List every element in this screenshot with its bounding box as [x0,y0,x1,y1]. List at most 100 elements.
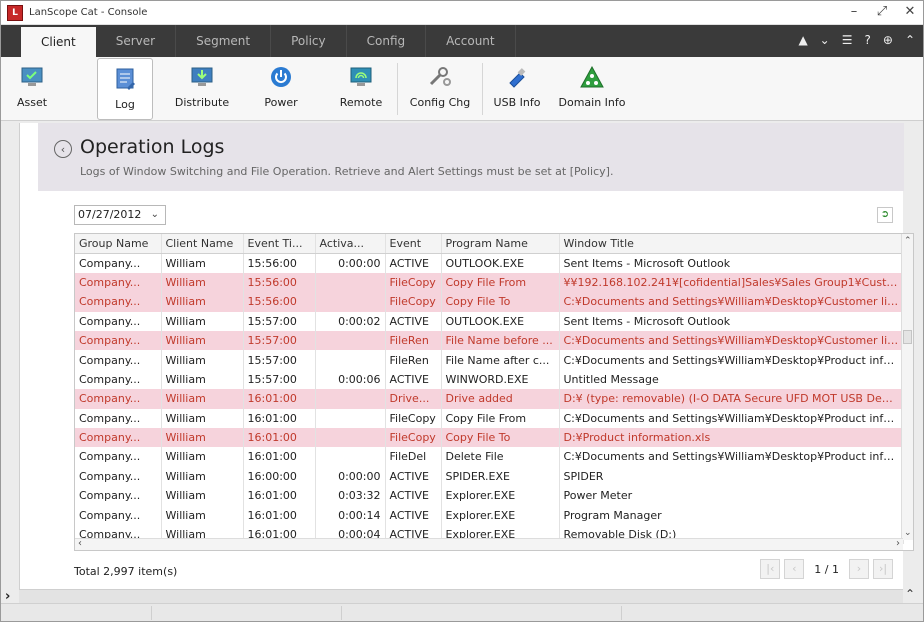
date-value: 07/27/2012 [78,208,142,221]
close-icon[interactable]: ✕ [903,5,917,19]
chevron-down-icon: ⌄ [150,209,159,220]
cell-event: FileRen [385,350,442,370]
config-change-icon [427,65,453,89]
back-arrow-icon[interactable]: ‹ [54,140,72,158]
cell-client-name: William [161,272,244,293]
cell-event-time: 16:00:00 [243,466,316,487]
scroll-right-icon[interactable]: › [896,538,900,549]
prev-page-icon[interactable]: ‹ [784,559,805,579]
cell-client-name: William [161,505,244,525]
tab-config[interactable]: Config [347,25,427,57]
horizontal-scrollbar[interactable]: ‹ › [75,538,903,550]
tab-account[interactable]: Account [426,25,516,57]
table-row[interactable]: Company... William 16:01:00 0:03:32 ACTIVE Ex… [75,486,904,506]
cell-program-name: WINWORD.EXE [441,369,560,390]
log-button[interactable]: Log [97,58,153,120]
cell-window-title: C:¥Documents and Settings¥William¥Deskto… [559,408,904,428]
cell-event-time: 15:57:00 [243,330,316,351]
restore-icon[interactable]: ⤢ [875,5,889,19]
cell-group-name: Company... [75,253,162,273]
help-icon[interactable]: ? [865,33,871,47]
scroll-up-icon[interactable]: ⌃ [904,236,912,246]
export-icon[interactable]: ➲ [877,207,893,223]
usb-info-label: USB Info [493,96,541,109]
col-program-name[interactable]: Program Name [441,234,560,254]
cell-group-name: Company... [75,389,162,409]
col-window-title[interactable]: Window Title [559,234,904,254]
expand-arrow-icon[interactable]: › [5,589,10,604]
col-event-time[interactable]: Event Ti... [243,234,316,254]
tab-server[interactable]: Server [96,25,177,57]
table-row[interactable]: Company... William 15:57:00 0:00:06 ACTIVE WI… [75,369,904,390]
cell-event: FileDel [385,447,442,467]
table-row[interactable]: Company... William 16:01:00 0:00:14 ACTIVE Ex… [75,505,904,525]
next-page-icon[interactable]: › [849,559,869,579]
table-row[interactable]: Company... William 15:57:00 FileRen File Nam… [75,350,904,370]
distribute-button[interactable]: Distribute [165,57,239,119]
tab-client[interactable]: Client [21,27,96,57]
table-row[interactable]: Company... William 16:00:00 0:00:00 ACTIVE SP… [75,466,904,487]
cell-window-title: D:¥ (type: removable) (I-O DATA Secure U… [559,389,904,409]
user-icon[interactable]: ▲ [798,33,807,47]
date-select[interactable]: 07/27/2012 ⌄ [74,205,166,225]
status-cell [621,606,622,620]
cell-group-name: Company... [75,447,162,467]
cell-active-time [315,330,386,351]
operation-logs-panel: ‹ Operation Logs Logs of Window Switchin… [19,123,914,589]
collapse-up-icon[interactable]: ⌃ [905,587,915,601]
config-chg-button[interactable]: Config Chg [402,57,478,119]
col-event[interactable]: Event [385,234,442,254]
cell-event-time: 16:01:00 [243,486,316,506]
globe-icon[interactable]: ⊕ [883,33,893,47]
scroll-down-icon[interactable]: ⌄ [904,528,912,538]
minimize-icon[interactable]: – [847,5,861,19]
domain-info-button[interactable]: Domain Info [551,57,633,119]
power-button[interactable]: Power [253,57,309,119]
first-page-icon[interactable]: |‹ [760,559,781,579]
table-row[interactable]: Company... William 15:56:00 0:00:00 ACTIVE OU… [75,253,904,273]
last-page-icon[interactable]: ›| [873,559,893,579]
tab-tools: ▲ ⌄ ☰ ? ⊕ ⌃ [798,33,915,47]
cell-active-time: 0:00:00 [315,253,386,273]
table-row[interactable]: Company... William 15:56:00 FileCopy Copy Fi… [75,272,904,293]
cell-program-name: OUTLOOK.EXE [441,311,560,331]
cell-client-name: William [161,486,244,506]
cell-group-name: Company... [75,427,162,448]
cell-event-time: 16:01:00 [243,408,316,428]
cell-event: FileCopy [385,272,442,293]
remote-button[interactable]: Remote [331,57,391,119]
vertical-scrollbar[interactable]: ⌃ ⌄ [901,234,913,540]
table-row[interactable]: Company... William 16:01:00 FileCopy Copy Fi… [75,408,904,428]
cell-event-time: 15:56:00 [243,292,316,312]
cell-window-title: Program Manager [559,505,904,525]
status-cell [151,606,152,620]
table-row[interactable]: Company... William 16:01:00 FileCopy Copy Fi… [75,427,904,448]
col-active-time[interactable]: Activa... [315,234,386,254]
table-row[interactable]: Company... William 15:57:00 FileRen File Nam… [75,330,904,351]
col-client-name[interactable]: Client Name [161,234,244,254]
list-icon[interactable]: ☰ [842,33,853,47]
asset-button[interactable]: Asset [1,57,63,119]
cell-group-name: Company... [75,311,162,331]
table-row[interactable]: Company... William 16:01:00 FileDel Delete F… [75,447,904,467]
pagination: |‹ ‹ 1 / 1 › ›| [760,559,893,579]
cell-window-title: C:¥Documents and Settings¥William¥Deskto… [559,350,904,370]
page-title: Operation Logs [80,136,225,158]
scroll-thumb[interactable] [903,330,912,344]
chevron-down-icon[interactable]: ⌄ [820,33,830,47]
table-row[interactable]: Company... William 16:01:00 Drive... Drive a… [75,389,904,409]
cell-active-time: 0:00:00 [315,466,386,487]
table-row[interactable]: Company... William 15:57:00 0:00:02 ACTIVE OU… [75,311,904,331]
cell-program-name: Copy File From [441,408,560,428]
tab-policy[interactable]: Policy [271,25,347,57]
table-row[interactable]: Company... William 15:56:00 FileCopy Copy Fi… [75,292,904,312]
col-group-name[interactable]: Group Name [75,234,162,254]
collapse-icon[interactable]: ⌃ [905,33,915,47]
cell-group-name: Company... [75,505,162,525]
tab-segment[interactable]: Segment [176,25,272,57]
cell-client-name: William [161,408,244,428]
cell-event: ACTIVE [385,466,442,487]
cell-window-title: D:¥Product information.xls [559,427,904,448]
scroll-left-icon[interactable]: ‹ [78,538,82,549]
usb-info-button[interactable]: USB Info [487,57,547,119]
